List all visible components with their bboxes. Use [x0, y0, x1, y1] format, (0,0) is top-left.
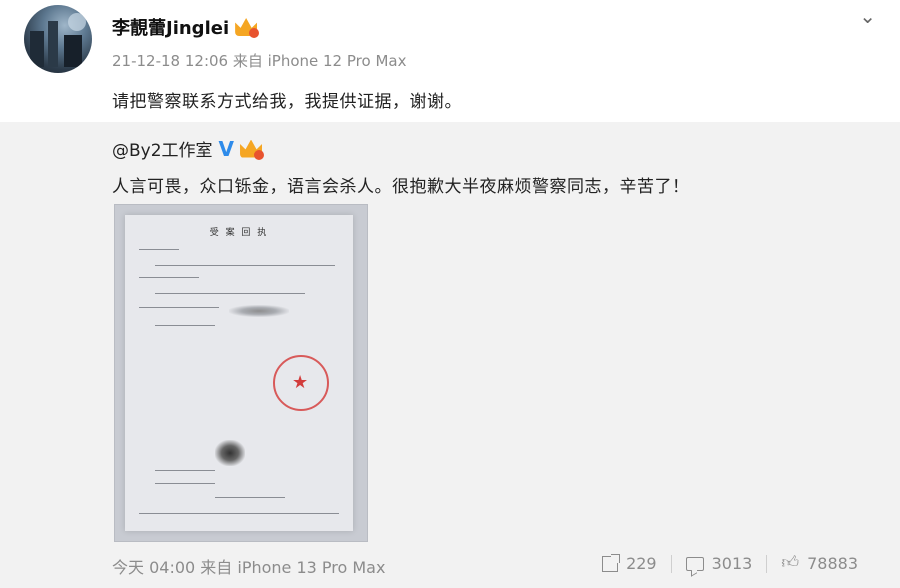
like-button[interactable]: 👍︎ 78883: [767, 554, 872, 573]
document-photo[interactable]: 受 案 回 执 ★: [114, 204, 368, 542]
comment-count: 3013: [711, 554, 753, 573]
repost-count: 229: [626, 554, 657, 573]
author-name[interactable]: 李靚蕾Jinglei: [112, 14, 229, 40]
repost-time: 今天 04:00 来自 iPhone 13 Pro Max: [112, 558, 386, 577]
official-stamp: ★: [273, 355, 329, 411]
avatar-image-detail: [68, 13, 86, 31]
author-header: 李靚蕾Jinglei: [112, 14, 260, 40]
doc-line: [155, 470, 215, 471]
reposted-card[interactable]: @By2工作室 V 人言可畏，众口铄金，语言会杀人。很抱歉大半夜麻烦警察同志，辛…: [0, 122, 900, 588]
vip-badge-icon[interactable]: [240, 139, 265, 160]
doc-line: [155, 293, 305, 294]
document-title: 受 案 回 执: [209, 228, 269, 238]
doc-line: [139, 249, 179, 250]
repost-icon: [602, 553, 621, 572]
doc-line: [155, 265, 335, 266]
verified-icon: V: [218, 136, 235, 161]
stamp-star-icon: ★: [292, 372, 309, 393]
doc-line: [155, 325, 215, 326]
document-paper: 受 案 回 执 ★: [125, 215, 353, 531]
action-bar: 229 3013 👍︎ 78883: [588, 553, 872, 573]
avatar-image-detail: [64, 35, 82, 67]
post-meta: 21-12-18 12:06 来自 iPhone 12 Pro Max: [112, 52, 407, 70]
repost-author-row: @By2工作室 V: [112, 136, 265, 161]
vip-badge-icon[interactable]: [235, 18, 260, 38]
comment-button[interactable]: 3013: [672, 554, 767, 573]
doc-line: [215, 497, 285, 498]
doc-line: [139, 307, 219, 308]
weibo-post: 李靚蕾Jinglei ⌄ 21-12-18 12:06 来自 iPhone 12…: [0, 0, 900, 588]
blurred-signature: [215, 440, 245, 466]
doc-line: [139, 513, 339, 514]
repost-button[interactable]: 229: [588, 553, 671, 573]
like-count: 78883: [807, 554, 858, 573]
avatar-image-detail: [48, 21, 58, 67]
repost-author-name[interactable]: @By2工作室: [112, 136, 213, 161]
doc-line: [155, 483, 215, 484]
like-icon: 👍︎: [781, 553, 800, 573]
avatar-image-detail: [30, 31, 44, 67]
avatar[interactable]: [24, 5, 92, 73]
comment-icon: [685, 556, 704, 571]
doc-line: [139, 277, 199, 278]
repost-content: 人言可畏，众口铄金，语言会杀人。很抱歉大半夜麻烦警察同志，辛苦了！: [112, 177, 690, 197]
chevron-down-icon[interactable]: ⌄: [859, 4, 876, 28]
post-content: 请把警察联系方式给我，我提供证据，谢谢。: [112, 92, 462, 112]
blurred-text: [229, 305, 289, 317]
